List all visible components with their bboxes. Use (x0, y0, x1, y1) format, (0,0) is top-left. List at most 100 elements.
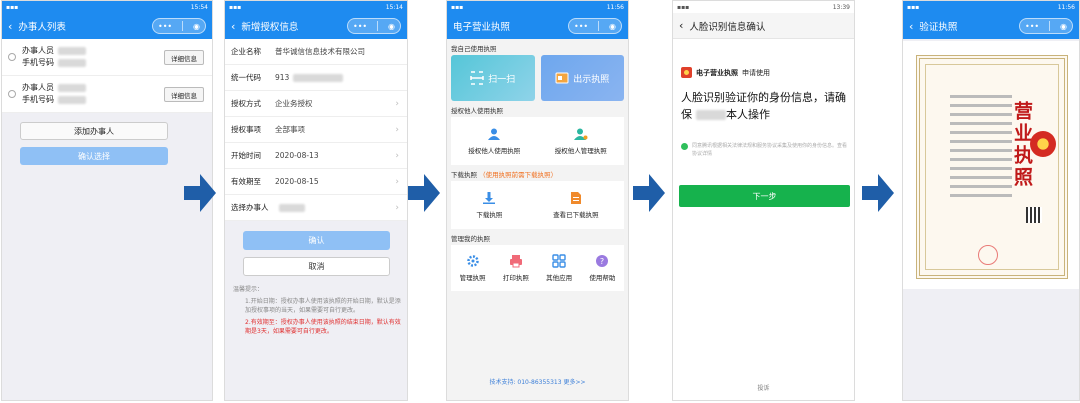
authorize-card: 授权他人使用执照 授权他人管理执照 (451, 117, 624, 165)
confirm-button[interactable]: 确认 (243, 231, 390, 250)
tip-valid-until: 2.有效期至：授权办事人使用该执照的结束日期，默认有效期是3天，如果需要可自行更… (245, 319, 401, 335)
field-label: 企业名称 (231, 47, 261, 56)
phone-face-verify: ▪▪▪ 13:39 ‹ 人脸识别信息确认 电子营业执照 申请使用 人脸识别验证你… (672, 0, 855, 401)
document-icon (570, 192, 581, 204)
scan-button[interactable]: 扫一扫 (451, 55, 535, 101)
back-icon[interactable]: ‹ (8, 20, 12, 33)
mini-program-capsule[interactable]: ••• ◉ (347, 18, 401, 34)
flow-arrow-icon (862, 174, 894, 212)
user-manage-icon (573, 128, 588, 140)
help-label: 使用帮助 (589, 274, 616, 282)
confirm-selection-button[interactable]: 确认选择 (20, 147, 168, 165)
tips: 温馨提示： 1.开始日期：授权办事人使用该执照的开始日期，默认是添加授权事项的当… (233, 285, 401, 336)
mini-program-capsule[interactable]: ••• ◉ (1019, 18, 1073, 34)
chevron-right-icon: › (395, 150, 399, 161)
print-license-button[interactable]: 打印执照 (503, 254, 529, 282)
close-icon[interactable]: ◉ (388, 22, 395, 31)
check-icon[interactable] (681, 143, 688, 150)
svg-text:?: ? (600, 257, 604, 266)
title-bar: 电子营业执照 ••• ◉ (447, 13, 628, 39)
download-icon (483, 192, 496, 204)
detail-button[interactable]: 详细信息 (164, 50, 204, 65)
agreement[interactable]: 同意腾讯根据相关法律法规和服务协议采集及使用你的身份信息。查看协议详情 (681, 142, 849, 158)
authorize-use-button[interactable]: 授权他人使用执照 (468, 127, 520, 155)
field-value: 2020-08-15 (275, 177, 319, 186)
form-row-company: 企业名称 普华诚信信息技术有限公司 (225, 39, 407, 65)
status-time: 15:14 (385, 3, 403, 11)
close-icon[interactable]: ◉ (609, 22, 616, 31)
more-icon[interactable]: ••• (1025, 22, 1039, 31)
app-logo-icon (681, 67, 692, 78)
show-license-button[interactable]: 出示执照 (540, 55, 624, 101)
view-downloaded-label: 查看已下载执照 (553, 211, 599, 219)
section-own-use: 我自己使用执照 (451, 45, 497, 53)
status-time: 13:39 (832, 3, 850, 11)
close-icon[interactable]: ◉ (193, 22, 200, 31)
field-label: 授权事项 (231, 125, 261, 134)
authorize-use-label: 授权他人使用执照 (468, 147, 521, 155)
section-authorize: 授权他人使用执照 (451, 107, 503, 115)
verify-headline: 人脸识别验证你的身份信息，请确保 本人操作 (681, 89, 849, 123)
next-button[interactable]: 下一步 (679, 185, 850, 207)
help-button[interactable]: ? 使用帮助 (589, 254, 615, 282)
more-icon[interactable]: ••• (574, 22, 588, 31)
section-download-title: 下载执照 (451, 171, 477, 179)
phone-agent-list: ▪▪▪ 15:54 ‹ 办事人列表 ••• ◉ 办事人员 手机号码 详细信息 办事… (1, 0, 213, 401)
agent-list: 办事人员 手机号码 详细信息 办事人员 手机号码 详细信息 (2, 39, 212, 113)
agent-phone-label: 手机号码 (22, 58, 54, 67)
flow-arrow-icon (408, 174, 440, 212)
status-time: 15:54 (190, 3, 208, 11)
back-icon[interactable]: ‹ (231, 20, 235, 33)
license-text-lines (950, 95, 1012, 203)
form-row-auth-item[interactable]: 授权事项 全部事项 › (225, 117, 407, 143)
list-item[interactable]: 办事人员 手机号码 详细信息 (2, 76, 212, 113)
chevron-right-icon: › (395, 202, 399, 213)
masked-phone (58, 95, 86, 104)
signal-icon: ▪▪▪ (6, 3, 19, 11)
back-icon[interactable]: ‹ (909, 20, 913, 33)
view-downloaded-button[interactable]: 查看已下载执照 (553, 191, 599, 219)
mini-program-capsule[interactable]: ••• ◉ (568, 18, 622, 34)
manage-license-button[interactable]: 管理执照 (460, 254, 486, 282)
agent-name-label: 办事人员 (22, 83, 54, 92)
list-item[interactable]: 办事人员 手机号码 详细信息 (2, 39, 212, 76)
signal-icon: ▪▪▪ (677, 3, 690, 11)
radio-button[interactable] (8, 90, 16, 98)
app-name: 电子营业执照 (696, 68, 738, 77)
signal-icon: ▪▪▪ (907, 3, 920, 11)
printer-icon (509, 255, 522, 268)
add-agent-button[interactable]: 添加办事人 (20, 122, 168, 140)
more-icon[interactable]: ••• (353, 22, 367, 31)
radio-button[interactable] (8, 53, 16, 61)
form-row-valid-until[interactable]: 有效期至 2020-08-15 › (225, 169, 407, 195)
other-apps-label: 其他应用 (546, 274, 573, 282)
form-row-auth-method[interactable]: 授权方式 企业务授权 › (225, 91, 407, 117)
title-bar: ‹ 人脸识别信息确认 (673, 13, 854, 39)
back-icon[interactable]: ‹ (679, 19, 683, 32)
form-row-select-agent[interactable]: 选择办事人 › (225, 195, 407, 221)
feedback-link[interactable]: 投诉 (673, 383, 854, 392)
field-value: 913 (275, 73, 290, 82)
authorize-manage-button[interactable]: 授权他人管理执照 (555, 127, 607, 155)
page-title: 新增授权信息 (241, 22, 299, 33)
business-license-image: 营业执照 (916, 55, 1068, 279)
user-icon (488, 128, 501, 140)
title-bar: ‹ 新增授权信息 ••• ◉ (225, 13, 407, 39)
download-card: 下载执照 查看已下载执照 (451, 181, 624, 229)
manage-card: 管理执照 打印执照 其他应用 ? 使用帮助 (451, 245, 624, 291)
mini-program-capsule[interactable]: ••• ◉ (152, 18, 206, 34)
download-license-button[interactable]: 下载执照 (476, 191, 502, 219)
field-label: 开始时间 (231, 151, 261, 160)
other-apps-button[interactable]: 其他应用 (546, 254, 572, 282)
status-time: 11:56 (1057, 3, 1075, 11)
field-label: 有效期至 (231, 177, 261, 186)
detail-button[interactable]: 详细信息 (164, 87, 204, 102)
cancel-button[interactable]: 取消 (243, 257, 390, 276)
close-icon[interactable]: ◉ (1060, 22, 1067, 31)
tips-title: 温馨提示： (233, 286, 264, 293)
agent-name-label: 办事人员 (22, 46, 54, 55)
form-row-start-date[interactable]: 开始时间 2020-08-13 › (225, 143, 407, 169)
support-footer[interactable]: 技术支持: 010-86355313 更多>> (447, 377, 628, 386)
more-icon[interactable]: ••• (158, 22, 172, 31)
flow-arrow-icon (184, 174, 216, 212)
